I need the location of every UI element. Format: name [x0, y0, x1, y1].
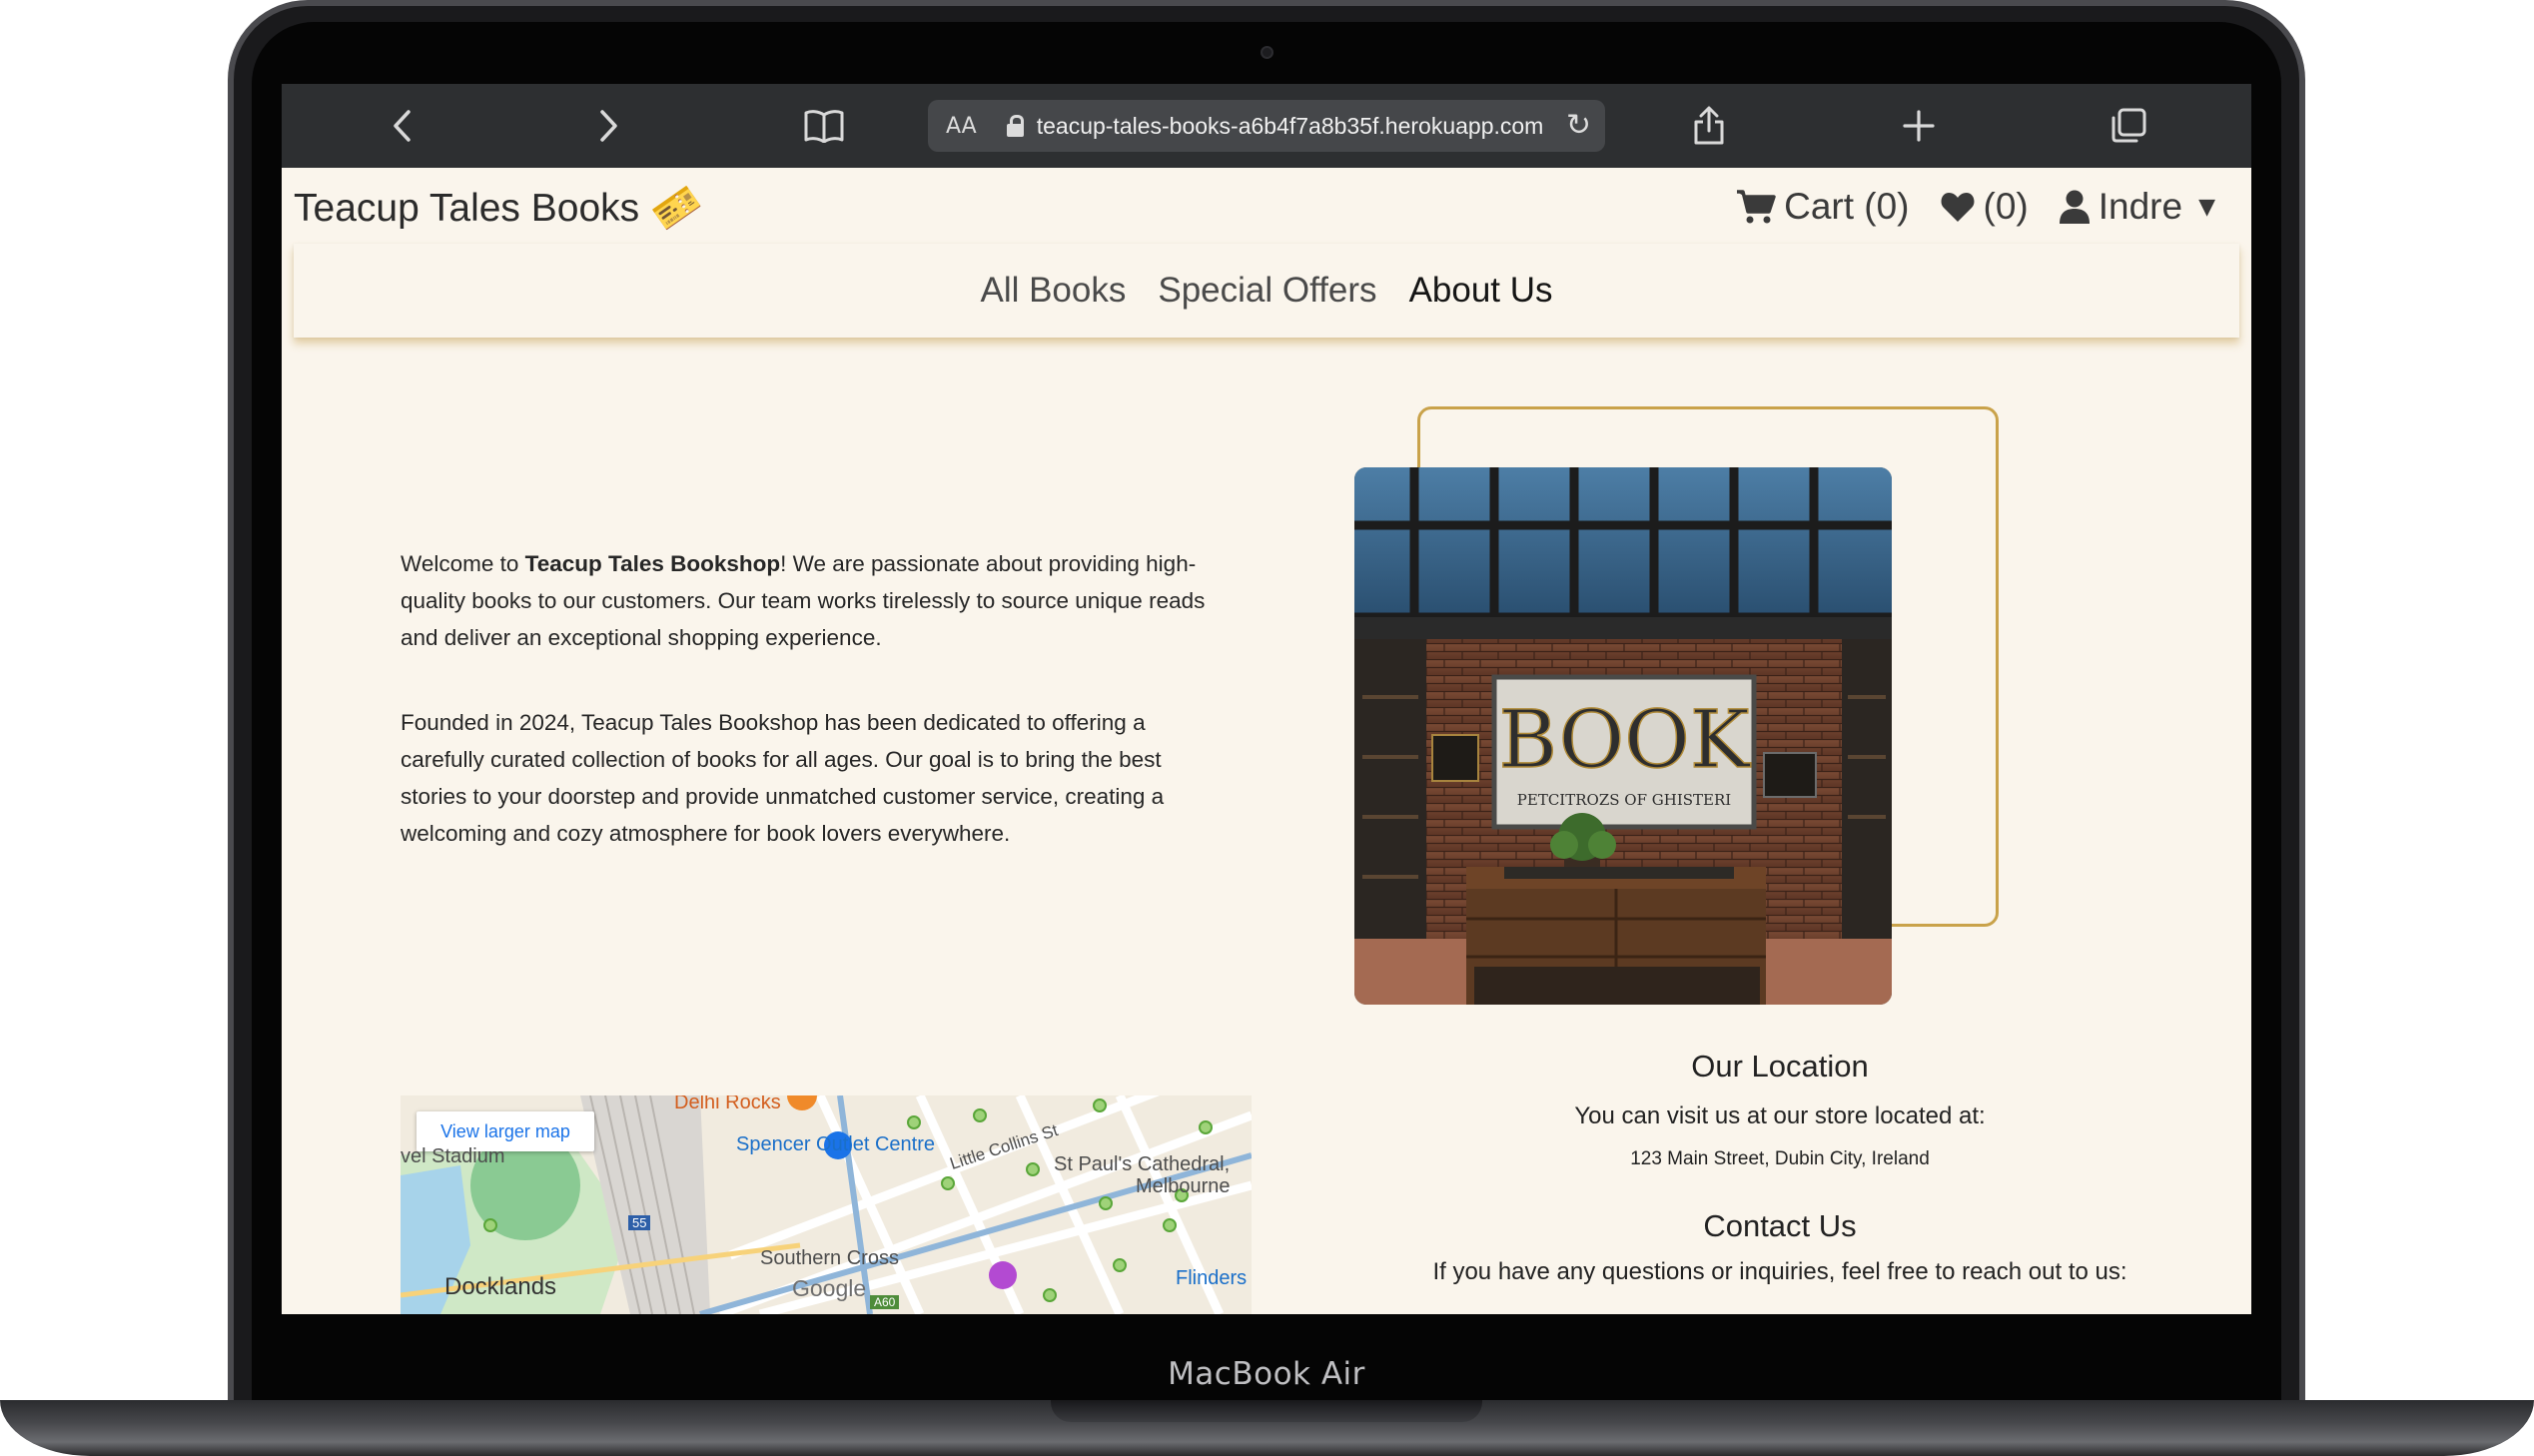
nav-all-books[interactable]: All Books: [980, 271, 1126, 311]
store-address: 123 Main Street, Dubin City, Ireland: [1630, 1148, 1930, 1169]
user-name: Indre: [2098, 186, 2183, 227]
location-section: Our Location You can visit us at our sto…: [1340, 1049, 2219, 1286]
about-p1-bold: Teacup Tales Bookshop: [524, 551, 781, 576]
heart-icon: [1941, 193, 1974, 222]
device-label: MacBook Air: [1168, 1356, 1365, 1392]
map-label-delhi: Delhi Rocks: [674, 1095, 781, 1113]
brand-logo-link[interactable]: Teacup Tales Books 🎫: [294, 176, 709, 239]
about-paragraph-2: Founded in 2024, Teacup Tales Bookshop h…: [401, 710, 1165, 846]
sign-title: BOOK: [1498, 693, 1750, 786]
bookmarks-icon[interactable]: [796, 98, 852, 154]
plus-icon[interactable]: [1891, 98, 1947, 154]
ticket-icon: 🎫: [644, 176, 709, 240]
user-menu[interactable]: Indre ▼: [2059, 186, 2215, 228]
text-size-button[interactable]: AA: [946, 114, 977, 139]
browser-toolbar: AA teacup-tales-books-a6b4f7a8b35f.herok…: [282, 84, 2251, 168]
browser-screen: AA teacup-tales-books-a6b4f7a8b35f.herok…: [282, 84, 2251, 1314]
about-p1-intro: Welcome to: [401, 551, 525, 576]
cart-label: Cart (0): [1784, 186, 1910, 227]
lock-icon: [1006, 115, 1025, 137]
map-road-a60: A60: [870, 1295, 900, 1309]
sign-subtitle: PETCITROZS OF GHISTERI: [1517, 791, 1731, 809]
contact-line: If you have any questions or inquiries, …: [1432, 1258, 2127, 1285]
wishlist-count: (0): [1983, 186, 2029, 227]
user-icon: [2059, 190, 2090, 224]
chevron-left-icon[interactable]: [374, 98, 429, 154]
map-label-southern-cross: Southern Cross: [760, 1247, 899, 1269]
site-header: Teacup Tales Books 🎫 Cart (0) (0) Indre …: [282, 168, 2251, 246]
cart-icon: [1737, 190, 1776, 224]
contact-heading: Contact Us: [1703, 1208, 1857, 1243]
reload-icon[interactable]: ↻: [1566, 108, 1591, 143]
map-label-flinders: Flinders: [1176, 1267, 1248, 1289]
brand-name: Teacup Tales Books: [294, 186, 640, 230]
embedded-map[interactable]: View larger map Delhi Rocks Spencer Outl…: [401, 1095, 1252, 1314]
chevron-right-icon[interactable]: [581, 98, 637, 154]
cart-link[interactable]: Cart (0): [1736, 186, 1910, 228]
wishlist-link[interactable]: (0): [1940, 186, 2029, 228]
map-road-55: 55: [628, 1215, 651, 1230]
google-logo: Google: [792, 1275, 867, 1301]
tabs-icon[interactable]: [2101, 98, 2156, 154]
location-heading: Our Location: [1691, 1049, 1869, 1084]
share-icon[interactable]: [1681, 98, 1737, 154]
map-label-melbourne: Melbourne: [1136, 1175, 1231, 1197]
laptop-hinge-notch: [1051, 1400, 1482, 1422]
map-label-stpauls: St Paul's Cathedral,: [1054, 1153, 1231, 1175]
header-links: Cart (0) (0) Indre ▼: [1736, 186, 2215, 228]
address-bar[interactable]: AA teacup-tales-books-a6b4f7a8b35f.herok…: [928, 100, 1605, 152]
map-label-docklands: Docklands: [444, 1273, 557, 1300]
about-text: Welcome to Teacup Tales Bookshop! We are…: [401, 545, 1230, 900]
nav-about-us[interactable]: About Us: [1409, 271, 1553, 311]
nav-special-offers[interactable]: Special Offers: [1158, 271, 1376, 311]
camera-icon: [1261, 46, 1273, 59]
location-line: You can visit us at our store located at…: [1574, 1102, 1986, 1129]
store-photo: BOOK PETCITROZS OF GHISTERI: [1354, 467, 1892, 1005]
map-label-spencer: Spencer Outlet Centre: [736, 1133, 935, 1155]
url-text: teacup-tales-books-a6b4f7a8b35f.herokuap…: [1036, 112, 1544, 139]
about-paragraph-1: Welcome to Teacup Tales Bookshop! We are…: [401, 545, 1230, 656]
caret-down-icon: ▼: [2198, 194, 2215, 220]
main-nav: All Books Special Offers About Us: [294, 244, 2239, 338]
map-label-stadium: vel Stadium: [401, 1145, 505, 1167]
